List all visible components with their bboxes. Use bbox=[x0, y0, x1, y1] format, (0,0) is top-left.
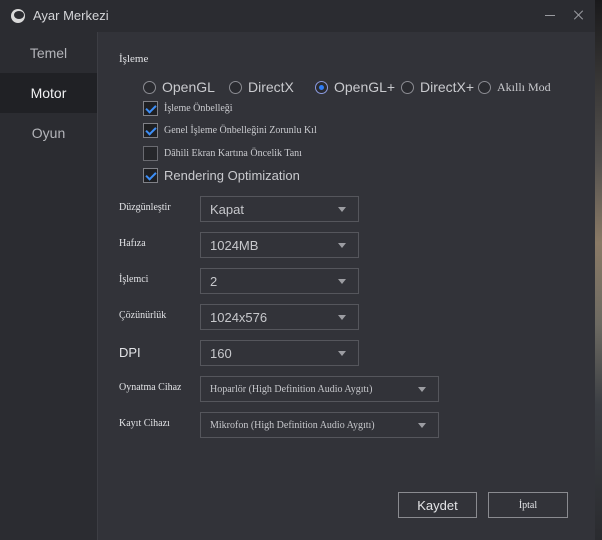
label-recording-device: Kayıt Cihazı bbox=[119, 418, 170, 429]
select-cpu[interactable]: 2 bbox=[200, 268, 359, 294]
sidebar-item-motor[interactable]: Motor bbox=[0, 73, 97, 113]
radio-opengl-plus[interactable]: OpenGL+ bbox=[315, 78, 395, 96]
checkbox-prefer-integrated-gpu[interactable]: Dâhili Ekran Kartına Öncelik Tanı bbox=[143, 145, 302, 161]
chevron-down-icon bbox=[338, 315, 346, 320]
label-dpi: DPI bbox=[119, 345, 141, 360]
checkbox-label: Rendering Optimization bbox=[164, 167, 300, 183]
checkbox-force-global-cache[interactable]: Genel İşleme Önbelleğini Zorunlu Kıl bbox=[143, 122, 317, 138]
select-value: 1024x576 bbox=[210, 309, 268, 325]
checkbox-box-checked bbox=[143, 167, 158, 183]
radio-circle bbox=[401, 80, 414, 94]
select-dpi[interactable]: 160 bbox=[200, 340, 359, 366]
label-memory: Hafıza bbox=[119, 238, 146, 249]
radio-circle bbox=[143, 80, 156, 94]
desktop-background bbox=[595, 0, 602, 540]
checkbox-box-checked bbox=[143, 100, 158, 116]
label-antialias: Düzgünleştir bbox=[119, 202, 171, 213]
radio-label: DirectX bbox=[248, 79, 294, 95]
sidebar: Temel Motor Oyun bbox=[0, 32, 97, 540]
select-value: 160 bbox=[210, 345, 232, 361]
chevron-down-icon bbox=[338, 351, 346, 356]
chevron-down-icon bbox=[338, 207, 346, 212]
close-icon[interactable] bbox=[571, 7, 587, 23]
select-value: 1024MB bbox=[210, 237, 259, 253]
select-value: Hoparlör (High Definition Audio Aygıtı) bbox=[210, 383, 373, 395]
select-playback-device[interactable]: Hoparlör (High Definition Audio Aygıtı) bbox=[200, 376, 439, 402]
app-logo-icon bbox=[11, 9, 25, 23]
select-value: 2 bbox=[210, 273, 218, 289]
checkbox-label: İşleme Önbelleği bbox=[164, 102, 233, 114]
sidebar-item-oyun[interactable]: Oyun bbox=[0, 113, 97, 153]
chevron-down-icon bbox=[418, 423, 426, 428]
radio-circle bbox=[478, 80, 491, 94]
radio-circle bbox=[229, 80, 242, 94]
select-value: Kapat bbox=[210, 201, 244, 217]
label-cpu: İşlemci bbox=[119, 274, 149, 285]
window-title: Ayar Merkezi bbox=[33, 8, 109, 23]
label-playback-device: Oynatma Cihazı bbox=[119, 382, 181, 393]
radio-smart-mode[interactable]: Akıllı Mod bbox=[478, 78, 551, 96]
label-resolution: Çözünürlük bbox=[119, 310, 167, 321]
select-recording-device[interactable]: Mikrofon (High Definition Audio Aygıtı) bbox=[200, 412, 439, 438]
checkbox-label: Genel İşleme Önbelleğini Zorunlu Kıl bbox=[164, 124, 317, 136]
sidebar-item-temel[interactable]: Temel bbox=[0, 33, 97, 73]
settings-panel: İşleme OpenGL DirectX OpenGL+ DirectX+ A… bbox=[97, 32, 595, 540]
radio-label: Akıllı Mod bbox=[497, 79, 551, 94]
select-antialias[interactable]: Kapat bbox=[200, 196, 359, 222]
radio-circle-selected bbox=[315, 80, 328, 94]
title-bar: Ayar Merkezi bbox=[0, 0, 595, 32]
radio-label: OpenGL bbox=[162, 79, 215, 95]
cancel-button[interactable]: İptal bbox=[488, 492, 568, 518]
chevron-down-icon bbox=[338, 279, 346, 284]
checkbox-box bbox=[143, 145, 158, 161]
settings-window: Ayar Merkezi Temel Motor Oyun İşleme Ope… bbox=[0, 0, 595, 540]
chevron-down-icon bbox=[338, 243, 346, 248]
section-title-rendering: İşleme bbox=[119, 53, 149, 65]
radio-directx-plus[interactable]: DirectX+ bbox=[401, 78, 474, 96]
save-button[interactable]: Kaydet bbox=[398, 492, 477, 518]
checkbox-render-cache[interactable]: İşleme Önbelleği bbox=[143, 100, 233, 116]
checkbox-label: Dâhili Ekran Kartına Öncelik Tanı bbox=[164, 147, 302, 159]
select-resolution[interactable]: 1024x576 bbox=[200, 304, 359, 330]
radio-label: DirectX+ bbox=[420, 79, 475, 95]
radio-directx[interactable]: DirectX bbox=[229, 78, 294, 96]
radio-opengl[interactable]: OpenGL bbox=[143, 78, 215, 96]
minimize-icon[interactable] bbox=[542, 7, 558, 23]
checkbox-rendering-optimization[interactable]: Rendering Optimization bbox=[143, 167, 300, 183]
radio-label: OpenGL+ bbox=[334, 79, 396, 95]
select-memory[interactable]: 1024MB bbox=[200, 232, 359, 258]
checkbox-box-checked bbox=[143, 122, 158, 138]
select-value: Mikrofon (High Definition Audio Aygıtı) bbox=[210, 419, 375, 431]
chevron-down-icon bbox=[418, 387, 426, 392]
